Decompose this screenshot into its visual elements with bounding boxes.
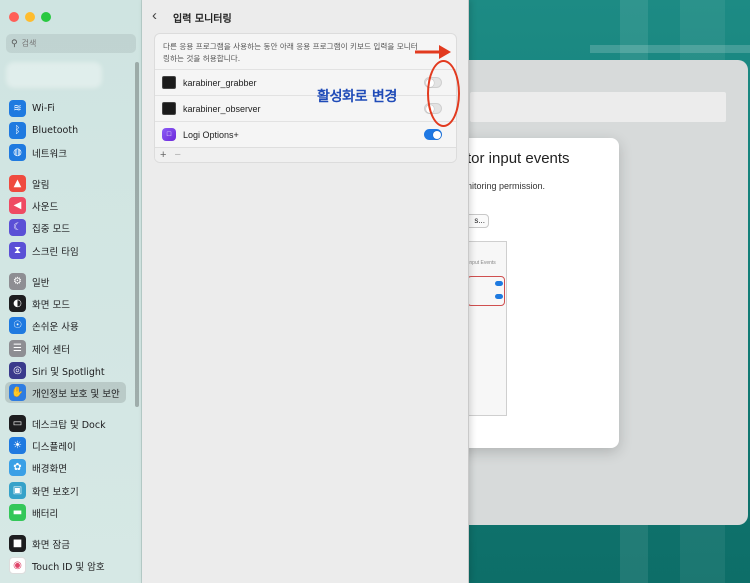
sidebar-item[interactable]: ◉ Touch ID 및 암호 bbox=[5, 555, 126, 576]
zoom-button[interactable] bbox=[41, 12, 51, 22]
background-dialog: tor input events nitoring permission. s.… bbox=[455, 138, 619, 448]
sidebar-item-label: 집중 모드 bbox=[32, 223, 70, 235]
sidebar-item-label: 화면 잠금 bbox=[32, 539, 70, 551]
sidebar-item[interactable]: ◀ 사운드 bbox=[5, 195, 126, 216]
search-icon: ⚲ bbox=[11, 38, 18, 48]
screensaver-icon: ▣ bbox=[9, 482, 26, 499]
sidebar-item[interactable]: ☉ 손쉬운 사용 bbox=[5, 315, 126, 336]
sidebar-item-label: Wi-Fi bbox=[32, 103, 55, 114]
terminal-icon bbox=[162, 76, 176, 89]
sidebar-item[interactable]: ☰ 제어 센터 bbox=[5, 338, 126, 359]
sidebar-item[interactable]: ▣ 화면 보호기 bbox=[5, 480, 126, 501]
main-pane: ‹ 입력 모니터링 다른 응용 프로그램을 사용하는 동안 아래 응용 프로그램… bbox=[142, 0, 469, 583]
list-controls: + − bbox=[155, 147, 456, 162]
lock-icon: ■ bbox=[9, 535, 26, 552]
sidebar-item-label: 일반 bbox=[32, 277, 50, 289]
sidebar-item-label: 배터리 bbox=[32, 508, 59, 520]
hand-icon: ✋ bbox=[9, 384, 26, 401]
sidebar-item-label: Siri 및 Spotlight bbox=[32, 366, 105, 378]
moon-icon: ☾ bbox=[9, 219, 26, 236]
sidebar-item[interactable]: ▲ 알림 bbox=[5, 173, 126, 194]
sidebar-item[interactable]: ≋ Wi-Fi bbox=[5, 98, 126, 119]
sidebar-item[interactable]: ■ 화면 잠금 bbox=[5, 533, 126, 554]
list-item-app: □ Logi Options+ bbox=[155, 121, 456, 147]
sidebar-item-label: 데스크탑 및 Dock bbox=[32, 419, 106, 431]
sidebar-item[interactable]: ▬ 배터리 bbox=[5, 502, 126, 523]
add-app-button[interactable]: + bbox=[160, 150, 166, 161]
hourglass-icon: ⧗ bbox=[9, 242, 26, 259]
sidebar-item-label: 배경화면 bbox=[32, 463, 67, 475]
account-area[interactable] bbox=[6, 62, 102, 88]
sun-icon: ☀ bbox=[9, 437, 26, 454]
control-center-icon: ☰ bbox=[9, 340, 26, 357]
sidebar-item[interactable]: ◐ 화면 모드 bbox=[5, 293, 126, 314]
sidebar-item-label: 손쉬운 사용 bbox=[32, 321, 79, 333]
globe-icon: ◍ bbox=[9, 144, 26, 161]
sidebar-item-label: 네트워크 bbox=[32, 148, 67, 160]
logi-options-icon: □ bbox=[162, 128, 176, 141]
close-button[interactable] bbox=[9, 12, 19, 22]
page-title: 입력 모니터링 bbox=[173, 14, 232, 25]
sidebar-item-label: 화면 모드 bbox=[32, 299, 70, 311]
annotation-text: 활성화로 변경 bbox=[317, 89, 398, 105]
gear-icon: ⚙ bbox=[9, 273, 26, 290]
app-name: karabiner_observer bbox=[183, 103, 261, 114]
app-name: Logi Options+ bbox=[183, 129, 239, 140]
sidebar-item-label: Bluetooth bbox=[32, 125, 79, 136]
app-permission-list: 다른 응용 프로그램을 사용하는 동안 아래 응용 프로그램이 키보드 입력을 … bbox=[154, 33, 457, 163]
permission-toggle[interactable] bbox=[424, 129, 442, 140]
sidebar-item-label: 제어 센터 bbox=[32, 344, 70, 356]
sidebar-item[interactable]: ⚙ 일반 bbox=[5, 271, 126, 292]
app-name: karabiner_grabber bbox=[183, 77, 257, 88]
dock-icon: ▭ bbox=[9, 415, 26, 432]
back-chevron-icon[interactable]: ‹ bbox=[152, 8, 157, 24]
permission-description: 다른 응용 프로그램을 사용하는 동안 아래 응용 프로그램이 키보드 입력을 … bbox=[163, 42, 418, 63]
fingerprint-icon: ◉ bbox=[9, 557, 26, 574]
bell-icon: ▲ bbox=[9, 175, 26, 192]
sidebar-item-label: 화면 보호기 bbox=[32, 486, 79, 498]
battery-icon: ▬ bbox=[9, 504, 26, 521]
background-dialog-subtitle: nitoring permission. bbox=[467, 181, 546, 191]
annotation-ellipse bbox=[427, 60, 460, 127]
remove-app-button[interactable]: − bbox=[174, 150, 180, 161]
bluetooth-icon: ᛒ bbox=[9, 122, 26, 139]
search-input[interactable] bbox=[21, 39, 132, 48]
sidebar-item[interactable]: ◎ Siri 및 Spotlight bbox=[5, 360, 126, 381]
background-dialog-illustration: Input Events bbox=[465, 241, 507, 416]
background-dialog-title: tor input events bbox=[467, 150, 570, 167]
minimize-button[interactable] bbox=[25, 12, 35, 22]
background-window-bar bbox=[470, 92, 726, 122]
terminal-icon bbox=[162, 102, 176, 115]
sidebar-item-label: 사운드 bbox=[32, 201, 59, 213]
speaker-icon: ◀ bbox=[9, 197, 26, 214]
sidebar-item-label: 디스플레이 bbox=[32, 441, 76, 453]
list-item-app: karabiner_grabber bbox=[155, 69, 456, 95]
sidebar-item[interactable]: ⧗ 스크린 타임 bbox=[5, 240, 126, 261]
sidebar-item[interactable]: ✋ 개인정보 보호 및 보안 bbox=[5, 382, 126, 403]
sidebar-item-label: 알림 bbox=[32, 179, 50, 191]
sidebar-scrollbar[interactable] bbox=[135, 62, 139, 407]
accessibility-icon: ☉ bbox=[9, 317, 26, 334]
sidebar-search[interactable]: ⚲ bbox=[6, 34, 136, 53]
sidebar-item[interactable]: ☾ 집중 모드 bbox=[5, 217, 126, 238]
window-controls bbox=[9, 12, 51, 22]
flower-icon: ✿ bbox=[9, 459, 26, 476]
sidebar: ⚲ ≋ Wi-Fi ᛒ Bluetooth ◍ 네트워크 ▲ 알림 ◀ 사운드 ☾ 집중 모드 ⧗ 스크린… bbox=[0, 0, 142, 583]
appearance-icon: ◐ bbox=[9, 295, 26, 312]
sidebar-item[interactable]: ☀ 디스플레이 bbox=[5, 435, 126, 456]
sidebar-item[interactable]: ◍ 네트워크 bbox=[5, 142, 126, 163]
sidebar-item-label: Touch ID 및 암호 bbox=[32, 561, 105, 573]
siri-icon: ◎ bbox=[9, 362, 26, 379]
sidebar-item-label: 개인정보 보호 및 보안 bbox=[32, 388, 120, 400]
wifi-icon: ≋ bbox=[9, 100, 26, 117]
sidebar-item[interactable]: ▭ 데스크탑 및 Dock bbox=[5, 413, 126, 434]
list-item-app: karabiner_observer bbox=[155, 95, 456, 121]
sidebar-item-label: 스크린 타임 bbox=[32, 246, 79, 258]
sidebar-item[interactable]: ᛒ Bluetooth bbox=[5, 120, 126, 141]
sidebar-item[interactable]: ✿ 배경화면 bbox=[5, 457, 126, 478]
